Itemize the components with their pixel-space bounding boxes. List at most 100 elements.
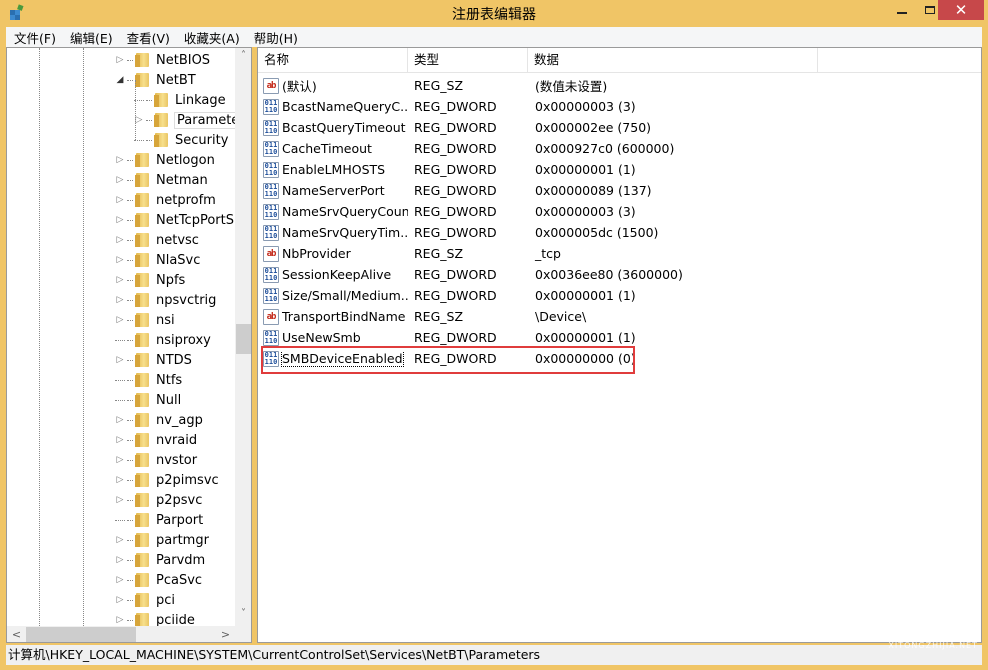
tree-item[interactable]: ▷ netvsc — [115, 230, 199, 250]
registry-value-row[interactable]: 011 110 Size/Small/Medium... REG_DWORD 0x00… — [258, 285, 981, 306]
tree-item-label: nv_agp — [156, 412, 203, 428]
scroll-up-icon[interactable]: ˄ — [235, 50, 251, 67]
registry-value-row[interactable]: 011 110 BcastNameQueryC... REG_DWORD 0x0000… — [258, 96, 981, 117]
folder-icon — [134, 512, 150, 528]
tree-item[interactable]: ▷ Npfs — [115, 270, 186, 290]
scroll-down-icon[interactable]: ˅ — [235, 608, 251, 625]
expand-arrow-icon[interactable]: ▷ — [115, 215, 125, 225]
tree-horizontal-scrollbar[interactable]: < > — [7, 626, 235, 642]
close-button[interactable]: ✕ — [938, 0, 984, 20]
tree-item[interactable]: Null — [115, 390, 181, 410]
tree-item[interactable]: ▷ pci — [115, 590, 175, 610]
expand-arrow-icon[interactable]: ▷ — [115, 555, 125, 565]
scroll-right-icon[interactable]: > — [217, 626, 234, 642]
tree-item[interactable]: ◢ NetBT — [115, 70, 196, 90]
value-type: REG_DWORD — [414, 162, 497, 177]
registry-value-row[interactable]: 011 110 NameSrvQueryTim... REG_DWORD 0x0000… — [258, 222, 981, 243]
registry-value-row[interactable]: ab TransportBindName REG_SZ \Device\ — [258, 306, 981, 327]
expand-arrow-icon[interactable]: ▷ — [115, 475, 125, 485]
list-header: 名称 类型 数据 — [258, 48, 981, 73]
folder-icon — [134, 432, 150, 448]
expand-arrow-icon[interactable]: ▷ — [115, 355, 125, 365]
expand-arrow-icon[interactable]: ▷ — [115, 455, 125, 465]
expand-arrow-icon[interactable]: ▷ — [115, 175, 125, 185]
binary-value-icon: 011 110 — [263, 98, 279, 115]
registry-value-row[interactable]: 011 110 SessionKeepAlive REG_DWORD 0x0036ee… — [258, 264, 981, 285]
folder-icon — [153, 132, 169, 148]
registry-value-row[interactable]: 011 110 EnableLMHOSTS REG_DWORD 0x00000001 … — [258, 159, 981, 180]
registry-value-row[interactable]: ab NbProvider REG_SZ _tcp — [258, 243, 981, 264]
registry-value-row[interactable]: 011 110 UseNewSmb REG_DWORD 0x00000001 (1) — [258, 327, 981, 348]
tree-connector — [127, 479, 133, 481]
tree-item[interactable]: ▷ NetBIOS — [115, 50, 211, 70]
expand-arrow-icon[interactable]: ▷ — [115, 495, 125, 505]
registry-value-row[interactable]: 011 110 NameServerPort REG_DWORD 0x00000089… — [258, 180, 981, 201]
tree-item[interactable]: ▷ p2pimsvc — [115, 470, 219, 490]
column-header-data[interactable]: 数据 — [528, 48, 818, 73]
registry-value-row[interactable]: 011 110 BcastQueryTimeout REG_DWORD 0x00000… — [258, 117, 981, 138]
registry-value-row[interactable]: 011 110 NameSrvQueryCount REG_DWORD 0x00000… — [258, 201, 981, 222]
expand-arrow-icon[interactable]: ▷ — [115, 155, 125, 165]
tree-item[interactable]: ▷ p2psvc — [115, 490, 203, 510]
tree-connector — [127, 359, 133, 361]
menu-file[interactable]: 文件(F) — [6, 28, 62, 47]
tree-vertical-scrollbar[interactable]: ˄ ˅ — [235, 48, 251, 626]
registry-value-row[interactable]: 011 110 CacheTimeout REG_DWORD 0x000927c0 (… — [258, 138, 981, 159]
tree-horizontal-scroll-thumb[interactable] — [26, 627, 136, 642]
registry-key-tree[interactable]: ▷ NetBIOS ◢ NetBT Linkage ▷ Parameters Security… — [6, 47, 252, 643]
tree-item[interactable]: ▷ NTDS — [115, 350, 192, 370]
value-name: (默认) — [282, 79, 317, 94]
tree-item[interactable]: ▷ Netlogon — [115, 150, 215, 170]
value-data: 0x00000089 (137) — [535, 183, 652, 198]
expand-arrow-icon[interactable]: ▷ — [115, 235, 125, 245]
column-header-type[interactable]: 类型 — [408, 48, 528, 73]
tree-item[interactable]: ▷ NetTcpPortSha — [115, 210, 251, 230]
expand-arrow-icon[interactable]: ▷ — [115, 55, 125, 65]
tree-item-label: netprofm — [156, 192, 216, 208]
registry-value-row[interactable]: ab (默认) REG_SZ (数值未设置) — [258, 75, 981, 96]
tree-item[interactable]: ▷ Parvdm — [115, 550, 206, 570]
expand-arrow-icon[interactable]: ▷ — [115, 535, 125, 545]
tree-item[interactable]: ▷ nv_agp — [115, 410, 203, 430]
tree-item[interactable]: Ntfs — [115, 370, 182, 390]
tree-item[interactable]: ▷ partmgr — [115, 530, 209, 550]
expand-arrow-icon[interactable]: ▷ — [115, 295, 125, 305]
expand-arrow-icon[interactable]: ▷ — [115, 435, 125, 445]
collapse-arrow-icon[interactable]: ◢ — [115, 75, 125, 85]
folder-icon — [134, 492, 150, 508]
tree-item[interactable]: ▷ PcaSvc — [115, 570, 203, 590]
tree-item[interactable]: ▷ npsvctrig — [115, 290, 217, 310]
expand-arrow-icon[interactable]: ▷ — [115, 415, 125, 425]
registry-values-list[interactable]: 名称 类型 数据 ab (默认) REG_SZ (数值未设置) 011 110 Bcast… — [257, 47, 982, 643]
tree-connector — [127, 379, 133, 381]
tree-item[interactable]: ▷ nvraid — [115, 430, 198, 450]
expand-arrow-icon[interactable]: ▷ — [115, 195, 125, 205]
tree-item[interactable]: ▷ nvstor — [115, 450, 198, 470]
minimize-button[interactable] — [888, 0, 915, 20]
tree-connector — [127, 599, 133, 601]
tree-item[interactable]: nsiproxy — [115, 330, 211, 350]
tree-item[interactable]: Parport — [115, 510, 203, 530]
expand-arrow-icon[interactable]: ▷ — [115, 255, 125, 265]
tree-vertical-scroll-thumb[interactable] — [236, 324, 251, 354]
expand-arrow-icon[interactable]: ▷ — [115, 595, 125, 605]
expand-arrow-icon[interactable]: ▷ — [115, 615, 125, 625]
tree-item[interactable]: ▷ nsi — [115, 310, 175, 330]
menu-help[interactable]: 帮助(H) — [246, 28, 304, 47]
tree-item[interactable]: ▷ NlaSvc — [115, 250, 201, 270]
expand-arrow-icon[interactable]: ▷ — [115, 575, 125, 585]
menu-edit[interactable]: 编辑(E) — [62, 28, 119, 47]
tree-item[interactable]: ▷ netprofm — [115, 190, 216, 210]
menu-view[interactable]: 查看(V) — [119, 28, 176, 47]
tree-item[interactable]: Security — [134, 130, 228, 150]
expand-arrow-icon[interactable]: ▷ — [115, 315, 125, 325]
watermark-logo: 系统之家 XITONGZHIJIA.NET — [888, 612, 978, 650]
menu-favorites[interactable]: 收藏夹(A) — [176, 28, 246, 47]
expand-arrow-icon[interactable]: ▷ — [115, 275, 125, 285]
column-header-name[interactable]: 名称 — [258, 48, 408, 73]
tree-item[interactable]: Linkage — [134, 90, 226, 110]
value-type: REG_DWORD — [414, 267, 497, 282]
scroll-left-icon[interactable]: < — [8, 626, 25, 642]
tree-connector — [146, 99, 152, 101]
tree-item[interactable]: ▷ Netman — [115, 170, 208, 190]
